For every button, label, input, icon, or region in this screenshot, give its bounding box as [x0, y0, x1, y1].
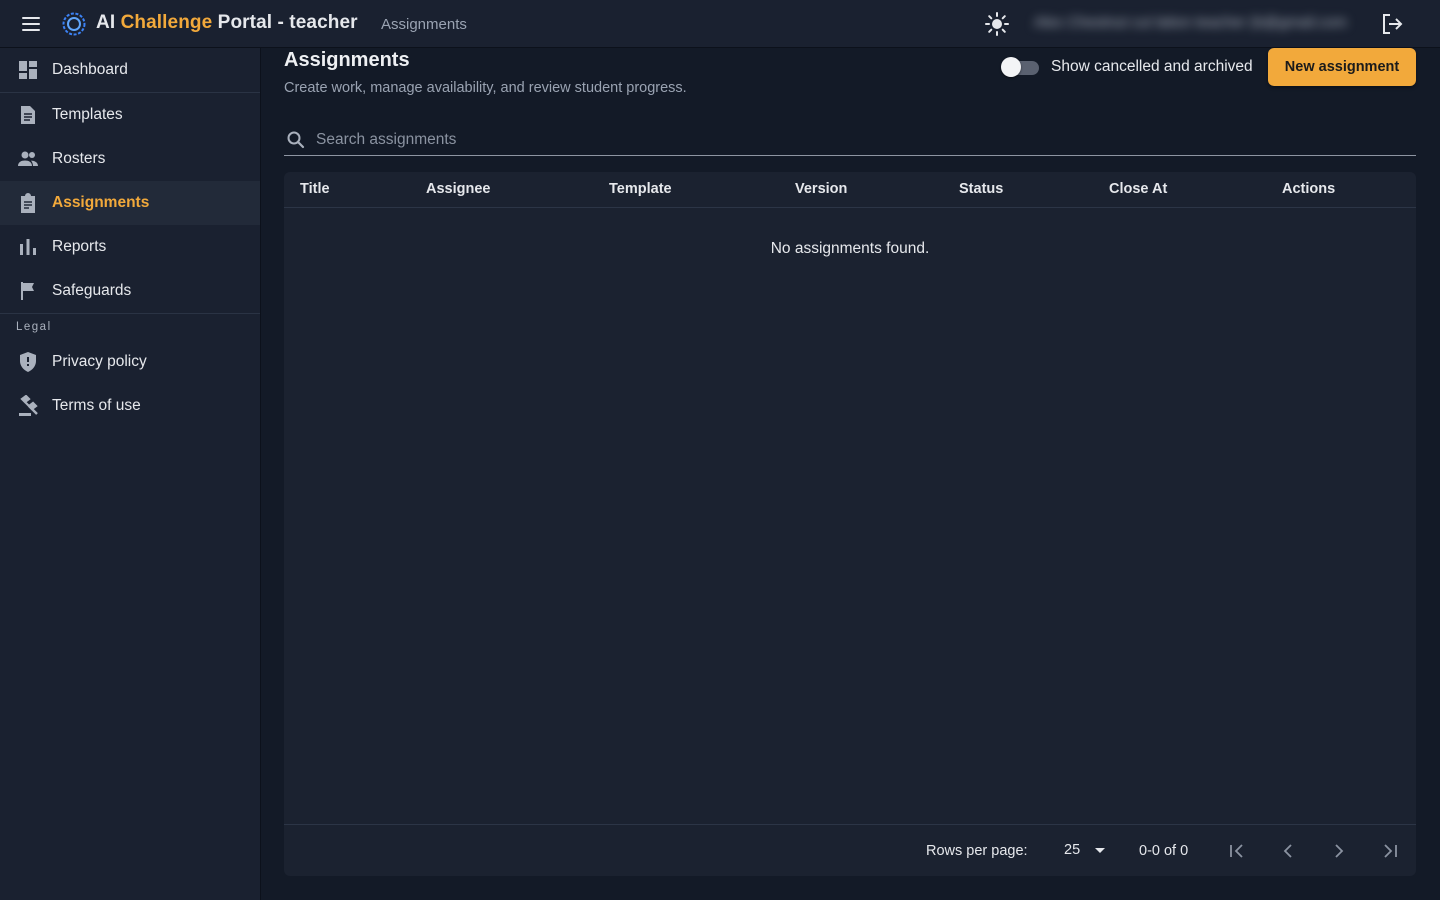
- clipboard-icon: [21, 193, 35, 213]
- column-header-close-at[interactable]: Close At: [1109, 181, 1167, 197]
- app-header: AI Challenge Portal - teacher Assignment…: [0, 0, 1440, 48]
- people-icon: [18, 151, 38, 166]
- sidebar-item-rosters[interactable]: Rosters: [0, 137, 260, 181]
- document-icon: [21, 106, 35, 124]
- column-header-title[interactable]: Title: [300, 181, 330, 197]
- search-icon: [287, 131, 305, 149]
- sidebar-item-label: Rosters: [52, 150, 106, 167]
- sidebar-item-label: Safeguards: [52, 282, 132, 299]
- toggle-thumb: [1001, 57, 1021, 77]
- new-assignment-button[interactable]: New assignment: [1268, 48, 1416, 86]
- logo-icon: [62, 12, 86, 36]
- chevron-down-icon: [1095, 848, 1105, 853]
- bar-chart-icon: [20, 239, 36, 255]
- logout-icon[interactable]: [1378, 10, 1406, 38]
- sidebar-item-dashboard[interactable]: Dashboard: [0, 48, 260, 92]
- pagination-range: 0-0 of 0: [1139, 843, 1189, 859]
- sidebar-item-reports[interactable]: Reports: [0, 225, 260, 269]
- search-input[interactable]: [316, 129, 1406, 151]
- user-email: Alex Chestnut cut lation teacher (b@gmai…: [1034, 14, 1347, 31]
- assignments-table: Title Assignee Template Version Status C…: [284, 172, 1416, 876]
- column-header-assignee[interactable]: Assignee: [426, 181, 490, 197]
- rows-per-page-value: 25: [1064, 842, 1081, 858]
- dashboard-icon: [19, 61, 37, 79]
- sidebar-item-privacy-policy[interactable]: Privacy policy: [0, 340, 260, 384]
- sidebar-item-assignments[interactable]: Assignments: [0, 181, 260, 225]
- sidebar-item-label: Reports: [52, 238, 107, 255]
- column-header-actions: Actions: [1282, 181, 1336, 197]
- column-header-status[interactable]: Status: [959, 181, 1003, 197]
- sidebar-item-terms-of-use[interactable]: Terms of use: [0, 384, 260, 428]
- empty-state-message: No assignments found.: [770, 240, 930, 257]
- sidebar-item-label: Dashboard: [52, 61, 128, 78]
- menu-icon[interactable]: [22, 12, 48, 36]
- table-header: Title Assignee Template Version Status C…: [284, 172, 1416, 208]
- sidebar-item-templates[interactable]: Templates: [0, 93, 260, 137]
- next-page-icon[interactable]: [1327, 839, 1351, 863]
- last-page-icon[interactable]: [1378, 839, 1402, 863]
- sidebar-item-label: Templates: [52, 106, 123, 123]
- show-cancelled-toggle[interactable]: [1001, 57, 1039, 77]
- search-bar: [284, 124, 1416, 156]
- toggle-label: Show cancelled and archived: [1051, 58, 1253, 75]
- first-page-icon[interactable]: [1225, 839, 1249, 863]
- page-subtitle: Create work, manage availability, and re…: [284, 80, 687, 96]
- table-pagination: Rows per page: 25 0-0 of 0: [284, 824, 1416, 876]
- rows-per-page-select[interactable]: 25: [1056, 837, 1108, 865]
- sidebar-item-label: Assignments: [52, 194, 150, 211]
- sidebar-item-label: Privacy policy: [52, 353, 147, 370]
- previous-page-icon[interactable]: [1276, 839, 1300, 863]
- app-title: AI Challenge Portal - teacher: [96, 12, 358, 33]
- column-header-template[interactable]: Template: [609, 181, 672, 197]
- sidebar-item-safeguards[interactable]: Safeguards: [0, 269, 260, 313]
- divider: [0, 313, 260, 314]
- rows-per-page-label: Rows per page:: [926, 843, 1028, 859]
- gavel-icon: [19, 395, 38, 416]
- sidebar: Dashboard Templates Rosters Assignments …: [0, 48, 261, 900]
- column-header-version[interactable]: Version: [795, 181, 847, 197]
- page-title: Assignments: [284, 49, 410, 71]
- sidebar-item-label: Terms of use: [52, 397, 141, 414]
- section-label-legal: Legal: [16, 321, 52, 333]
- flag-icon: [21, 282, 34, 300]
- app-title-accent: Challenge: [120, 12, 213, 33]
- breadcrumb: Assignments: [381, 16, 467, 33]
- sun-icon[interactable]: [983, 10, 1011, 38]
- shield-icon: [20, 352, 36, 372]
